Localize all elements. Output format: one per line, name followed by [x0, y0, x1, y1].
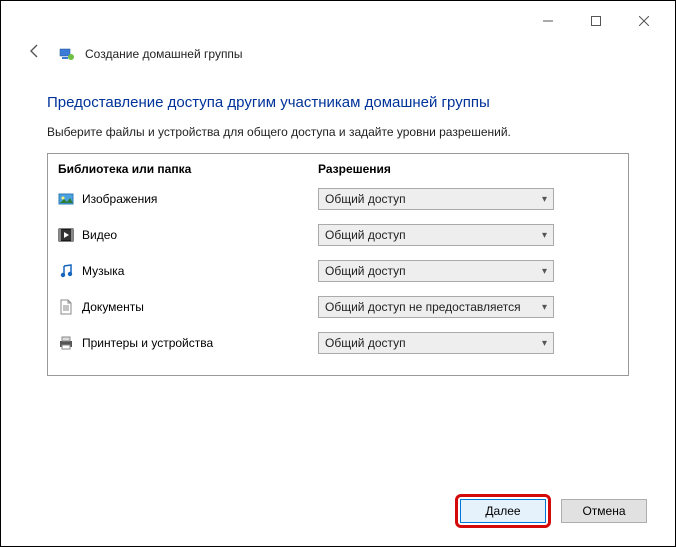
window-title: Создание домашней группы	[85, 47, 243, 61]
library-label: Изображения	[82, 192, 157, 206]
pictures-icon	[58, 191, 74, 207]
permission-value: Общий доступ	[325, 228, 406, 242]
page-heading: Предоставление доступа другим участникам…	[47, 94, 629, 111]
maximize-button[interactable]	[579, 9, 613, 33]
row-printers: Принтеры и устройства Общий доступ ▾	[48, 325, 628, 361]
back-button[interactable]	[21, 41, 49, 66]
chevron-down-icon: ▾	[542, 230, 547, 241]
library-cell: Принтеры и устройства	[58, 335, 318, 351]
documents-icon	[58, 299, 74, 315]
permission-select-videos[interactable]: Общий доступ ▾	[318, 224, 554, 246]
window-controls	[531, 3, 667, 33]
titlebar	[1, 1, 675, 35]
homegroup-icon	[59, 46, 75, 62]
permission-value: Общий доступ не предоставляется	[325, 300, 521, 314]
library-label: Принтеры и устройства	[82, 336, 213, 350]
music-icon	[58, 263, 74, 279]
dialog-window: Создание домашней группы Предоставление …	[1, 1, 675, 546]
cancel-button[interactable]: Отмена	[561, 499, 647, 523]
content-area: Предоставление доступа другим участникам…	[1, 72, 675, 376]
permissions-box: Библиотека или папка Разрешения Изображе…	[47, 153, 629, 376]
permission-select-pictures[interactable]: Общий доступ ▾	[318, 188, 554, 210]
printers-icon	[58, 335, 74, 351]
permission-value: Общий доступ	[325, 336, 406, 350]
instruction-text: Выберите файлы и устройства для общего д…	[47, 125, 629, 139]
row-videos: Видео Общий доступ ▾	[48, 217, 628, 253]
chevron-down-icon: ▾	[542, 266, 547, 277]
library-cell: Изображения	[58, 191, 318, 207]
library-label: Документы	[82, 300, 144, 314]
permission-value: Общий доступ	[325, 192, 406, 206]
row-documents: Документы Общий доступ не предоставляетс…	[48, 289, 628, 325]
chevron-down-icon: ▾	[542, 338, 547, 349]
permission-select-printers[interactable]: Общий доступ ▾	[318, 332, 554, 354]
next-highlight: Далее	[455, 494, 551, 528]
footer-buttons: Далее Отмена	[455, 494, 647, 528]
column-header-library: Библиотека или папка	[58, 162, 318, 176]
chevron-down-icon: ▾	[542, 194, 547, 205]
next-button[interactable]: Далее	[460, 499, 546, 523]
library-cell: Документы	[58, 299, 318, 315]
library-cell: Музыка	[58, 263, 318, 279]
row-music: Музыка Общий доступ ▾	[48, 253, 628, 289]
permission-select-music[interactable]: Общий доступ ▾	[318, 260, 554, 282]
permissions-header: Библиотека или папка Разрешения	[48, 154, 628, 181]
videos-icon	[58, 227, 74, 243]
minimize-button[interactable]	[531, 9, 565, 33]
header-row: Создание домашней группы	[1, 35, 675, 72]
chevron-down-icon: ▾	[542, 302, 547, 313]
permission-select-documents[interactable]: Общий доступ не предоставляется ▾	[318, 296, 554, 318]
close-button[interactable]	[627, 9, 661, 33]
library-label: Видео	[82, 228, 117, 242]
library-label: Музыка	[82, 264, 124, 278]
library-cell: Видео	[58, 227, 318, 243]
permission-value: Общий доступ	[325, 264, 406, 278]
row-pictures: Изображения Общий доступ ▾	[48, 181, 628, 217]
column-header-permission: Разрешения	[318, 162, 618, 176]
